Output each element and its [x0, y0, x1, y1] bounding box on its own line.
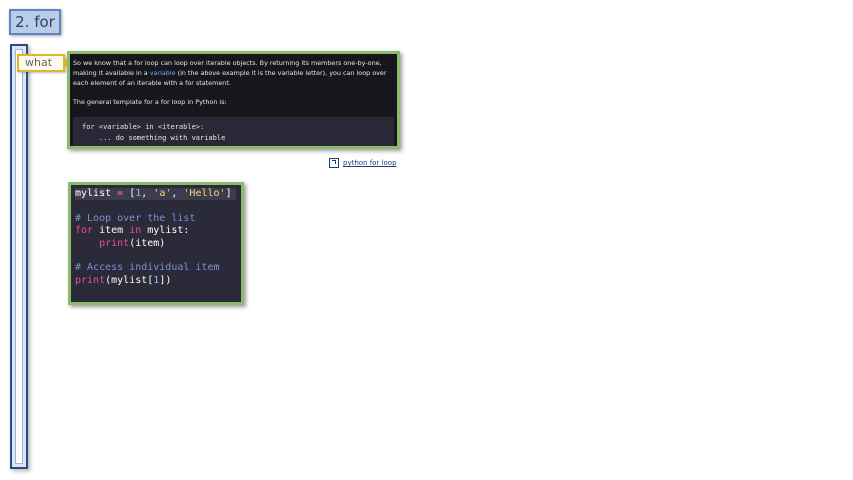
slide-title: 2. for	[9, 9, 61, 35]
external-link-icon	[329, 158, 339, 168]
code-token: item	[93, 225, 130, 237]
template-code-line: ... do something with variable	[82, 134, 226, 142]
doc-paragraph-1: So we know that a for loop can loop over…	[73, 58, 394, 88]
vertical-sidebar-frame	[10, 44, 28, 469]
code-token: 'Hello'	[183, 188, 226, 199]
code-example-panel: mylist = [1, 'a', 'Hello'] # Loop over th…	[68, 182, 244, 305]
code-token: ,	[171, 188, 184, 199]
code-token: (item)	[129, 237, 166, 249]
doc-text: So we know that a for loop can loop over…	[70, 54, 397, 107]
sidebar-inner	[15, 49, 23, 464]
code-keyword: in	[129, 225, 142, 237]
code-token: mylist	[75, 188, 112, 199]
code-keyword: for	[75, 225, 94, 237]
code-comment: # Access individual item	[75, 262, 220, 274]
code-token: ])	[159, 274, 172, 286]
code-line: for item in mylist:	[75, 225, 241, 237]
code-function: print	[99, 237, 130, 249]
template-code-block: for <variable> in <iterable>: ... do som…	[73, 117, 394, 146]
code-token: mylist:	[141, 225, 190, 237]
code-token: ,	[141, 188, 154, 199]
documentation-panel: So we know that a for loop can loop over…	[67, 51, 400, 149]
code-line: mylist = [1, 'a', 'Hello']	[75, 188, 241, 201]
code-line: print(item)	[75, 238, 241, 250]
link-label: python for loop	[343, 159, 397, 167]
code-token: =	[111, 188, 130, 199]
code-token: ]	[225, 188, 232, 199]
code-token: (mylist[	[105, 274, 154, 286]
code-comment: # Loop over the list	[75, 212, 196, 224]
highlighted-line: mylist = [1, 'a', 'Hello']	[75, 188, 236, 201]
what-tag: what	[17, 54, 71, 72]
template-code-line: for <variable> in <iterable>:	[82, 123, 205, 131]
doc-paragraph-2: The general template for a for loop in P…	[73, 98, 227, 106]
code-line: print(mylist[1])	[75, 275, 241, 287]
variable-link[interactable]: variable	[150, 69, 176, 77]
python-for-loop-link[interactable]: python for loop	[329, 158, 397, 170]
code-token: 'a'	[153, 188, 172, 199]
code-function: print	[75, 274, 106, 286]
